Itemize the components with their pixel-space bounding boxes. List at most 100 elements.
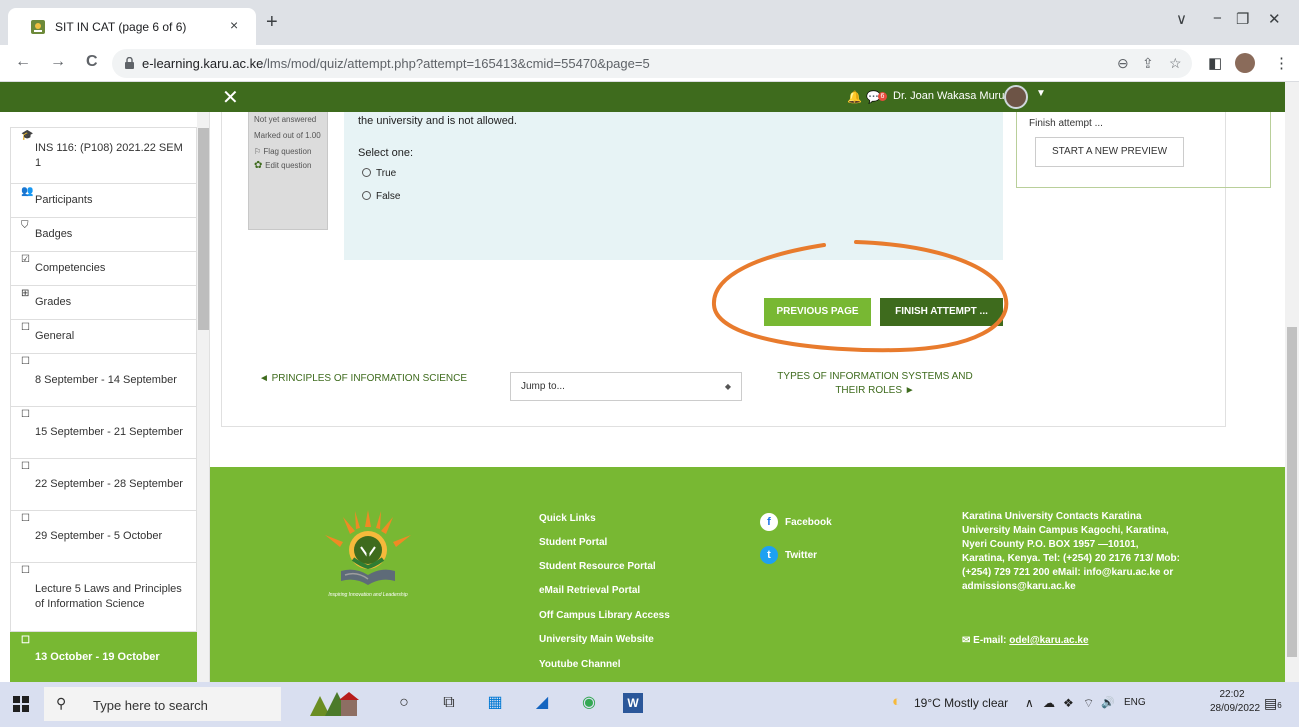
- weather-text[interactable]: 19°C Mostly clear: [914, 696, 1008, 710]
- folder-icon: ☐: [21, 565, 30, 576]
- finish-attempt-link[interactable]: Finish attempt ...: [1029, 118, 1103, 129]
- sidebar-item-competencies[interactable]: ☑ Competencies: [10, 251, 197, 286]
- zoom-icon[interactable]: ⊖: [1117, 55, 1129, 72]
- profile-avatar[interactable]: [1235, 53, 1255, 73]
- sidebar-item-label: Badges: [35, 228, 73, 240]
- link-university-website[interactable]: University Main Website: [539, 634, 654, 645]
- twitter-icon[interactable]: t: [760, 546, 778, 564]
- sidebar-item-week-active[interactable]: ☐ 13 October - 19 October: [10, 632, 197, 682]
- tab-title: SIT IN CAT (page 6 of 6): [55, 20, 187, 34]
- store-icon[interactable]: ▦: [483, 691, 507, 715]
- window-close-icon[interactable]: ✕: [1268, 10, 1281, 28]
- forward-icon[interactable]: →: [50, 53, 66, 71]
- page-scrollbar[interactable]: [1285, 82, 1299, 682]
- notification-center-icon[interactable]: ▤6: [1264, 695, 1282, 712]
- quick-links-title: Quick Links: [539, 513, 596, 524]
- edit-question-link[interactable]: ✿ Edit question: [254, 161, 322, 171]
- radio-false[interactable]: [362, 191, 371, 200]
- wifi-icon[interactable]: ⌔: [1083, 696, 1094, 711]
- bell-icon[interactable]: 🔔: [847, 90, 862, 104]
- email-prefix: ✉ E-mail:: [962, 635, 1010, 646]
- sidebar-item-general[interactable]: ☐ General: [10, 319, 197, 354]
- select-caret-icon: ◆: [724, 382, 731, 391]
- url-bar[interactable]: e-learning.karu.ac.ke/lms/mod/quiz/attem…: [112, 49, 1192, 78]
- email-link[interactable]: odel@karu.ac.ke: [1009, 635, 1088, 646]
- user-avatar[interactable]: [1004, 85, 1028, 109]
- radio-true[interactable]: [362, 168, 371, 177]
- finish-attempt-button[interactable]: FINISH ATTEMPT ...: [880, 298, 1003, 326]
- news-widget-icon[interactable]: [305, 686, 365, 722]
- restore-icon[interactable]: ❐: [1236, 10, 1249, 28]
- option-false[interactable]: False: [362, 191, 400, 202]
- flag-icon: ⚐: [254, 147, 264, 156]
- sidebar-item-badges[interactable]: ⛉ Badges: [10, 217, 197, 252]
- facebook-link[interactable]: Facebook: [785, 517, 832, 528]
- tab-search-icon[interactable]: ∨: [1176, 10, 1187, 28]
- back-icon[interactable]: ←: [15, 53, 31, 71]
- sidebar-item-week-4[interactable]: ☐ 29 September - 5 October: [10, 510, 197, 563]
- browser-tab[interactable]: SIT IN CAT (page 6 of 6) ×: [8, 8, 256, 45]
- next-activity-link[interactable]: TYPES OF INFORMATION SYSTEMS AND THEIR R…: [765, 370, 985, 398]
- twitter-link[interactable]: Twitter: [785, 550, 817, 561]
- task-view-icon[interactable]: ⧉: [437, 691, 461, 715]
- language-indicator[interactable]: ENG: [1124, 697, 1146, 708]
- cortana-icon[interactable]: ○: [392, 691, 416, 715]
- link-email-retrieval-portal[interactable]: eMail Retrieval Portal: [539, 585, 640, 596]
- jump-to-value: Jump to...: [521, 381, 565, 392]
- sidebar-item-week-1[interactable]: ☐ 8 September - 14 September: [10, 353, 197, 407]
- page-scroll-thumb[interactable]: [1287, 327, 1297, 657]
- favicon-icon: [31, 20, 45, 34]
- link-youtube-channel[interactable]: Youtube Channel: [539, 659, 620, 670]
- sidebar-item-label: 13 October - 19 October: [35, 650, 160, 663]
- sidebar-item-label: INS 116: (P108) 2021.22 SEM 1: [35, 141, 183, 169]
- windows-start-icon[interactable]: [13, 696, 29, 712]
- question-text: the university and is not allowed.: [358, 115, 517, 127]
- table-icon: ⊞: [21, 288, 30, 299]
- analytics-app-icon[interactable]: ◢: [530, 691, 554, 715]
- quiz-navigation-block: Finish attempt ... START A NEW PREVIEW: [1016, 112, 1271, 188]
- sidebar-item-label: 15 September - 21 September: [35, 426, 183, 438]
- tab-close-icon[interactable]: ×: [230, 17, 238, 33]
- share-icon[interactable]: ⇪: [1142, 55, 1154, 72]
- sidebar-item-participants[interactable]: 👥 Participants: [10, 183, 197, 218]
- clock-date: 28/09/2022: [1210, 703, 1261, 714]
- link-student-resource-portal[interactable]: Student Resource Portal: [539, 561, 656, 572]
- shield-icon: ⛉: [21, 220, 29, 231]
- previous-page-button[interactable]: PREVIOUS PAGE: [764, 298, 871, 326]
- link-student-portal[interactable]: Student Portal: [539, 537, 607, 548]
- sidebar-scrollbar[interactable]: [197, 112, 209, 682]
- taskbar-clock[interactable]: 22:02 28/09/2022: [1210, 688, 1261, 716]
- option-true[interactable]: True: [362, 168, 396, 179]
- jump-to-select[interactable]: Jump to... ◆: [510, 372, 742, 401]
- start-new-preview-button[interactable]: START A NEW PREVIEW: [1035, 137, 1184, 167]
- minimize-icon[interactable]: −: [1213, 10, 1222, 27]
- sidebar-item-week-3[interactable]: ☐ 22 September - 28 September: [10, 458, 197, 511]
- sidebar-item-grades[interactable]: ⊞ Grades: [10, 285, 197, 320]
- volume-icon[interactable]: 🔊: [1101, 696, 1115, 709]
- word-icon[interactable]: W: [623, 693, 643, 713]
- side-panel-icon[interactable]: ◧: [1208, 54, 1222, 72]
- chrome-icon[interactable]: ◉: [577, 691, 601, 715]
- sidebar-item-week-2[interactable]: ☐ 15 September - 21 September: [10, 406, 197, 459]
- sidebar-item-label: Competencies: [35, 262, 106, 274]
- taskbar-search[interactable]: ⚲ Type here to search: [44, 687, 281, 721]
- notification-count: 6: [1277, 701, 1282, 710]
- facebook-icon[interactable]: f: [760, 513, 778, 531]
- bookmark-star-icon[interactable]: ☆: [1169, 55, 1182, 72]
- address-bar-row: ← → C e-learning.karu.ac.ke/lms/mod/quiz…: [0, 45, 1299, 82]
- prev-activity-link[interactable]: ◄ PRINCIPLES OF INFORMATION SCIENCE: [253, 372, 473, 386]
- clock-time: 22:02: [1219, 689, 1245, 700]
- user-menu-caret-icon[interactable]: ▼: [1036, 88, 1046, 99]
- sidebar-scroll-thumb[interactable]: [198, 128, 209, 330]
- reload-icon[interactable]: C: [86, 53, 98, 71]
- sidebar-item-course[interactable]: 🎓 INS 116: (P108) 2021.22 SEM 1: [10, 127, 197, 184]
- tray-chevron-icon[interactable]: ∧: [1025, 696, 1034, 710]
- sidebar-item-lecture-5[interactable]: ☐ Lecture 5 Laws and Principles of Infor…: [10, 562, 197, 632]
- flag-question-link[interactable]: ⚐ Flag question: [254, 147, 322, 157]
- onedrive-icon[interactable]: ☁: [1043, 696, 1055, 710]
- new-tab-button[interactable]: +: [266, 12, 278, 32]
- close-drawer-icon[interactable]: ✕: [222, 85, 239, 110]
- browser-menu-icon[interactable]: ⋮: [1274, 54, 1289, 72]
- link-off-campus-library[interactable]: Off Campus Library Access: [539, 610, 670, 621]
- tray-app-icon[interactable]: ❖: [1063, 696, 1074, 710]
